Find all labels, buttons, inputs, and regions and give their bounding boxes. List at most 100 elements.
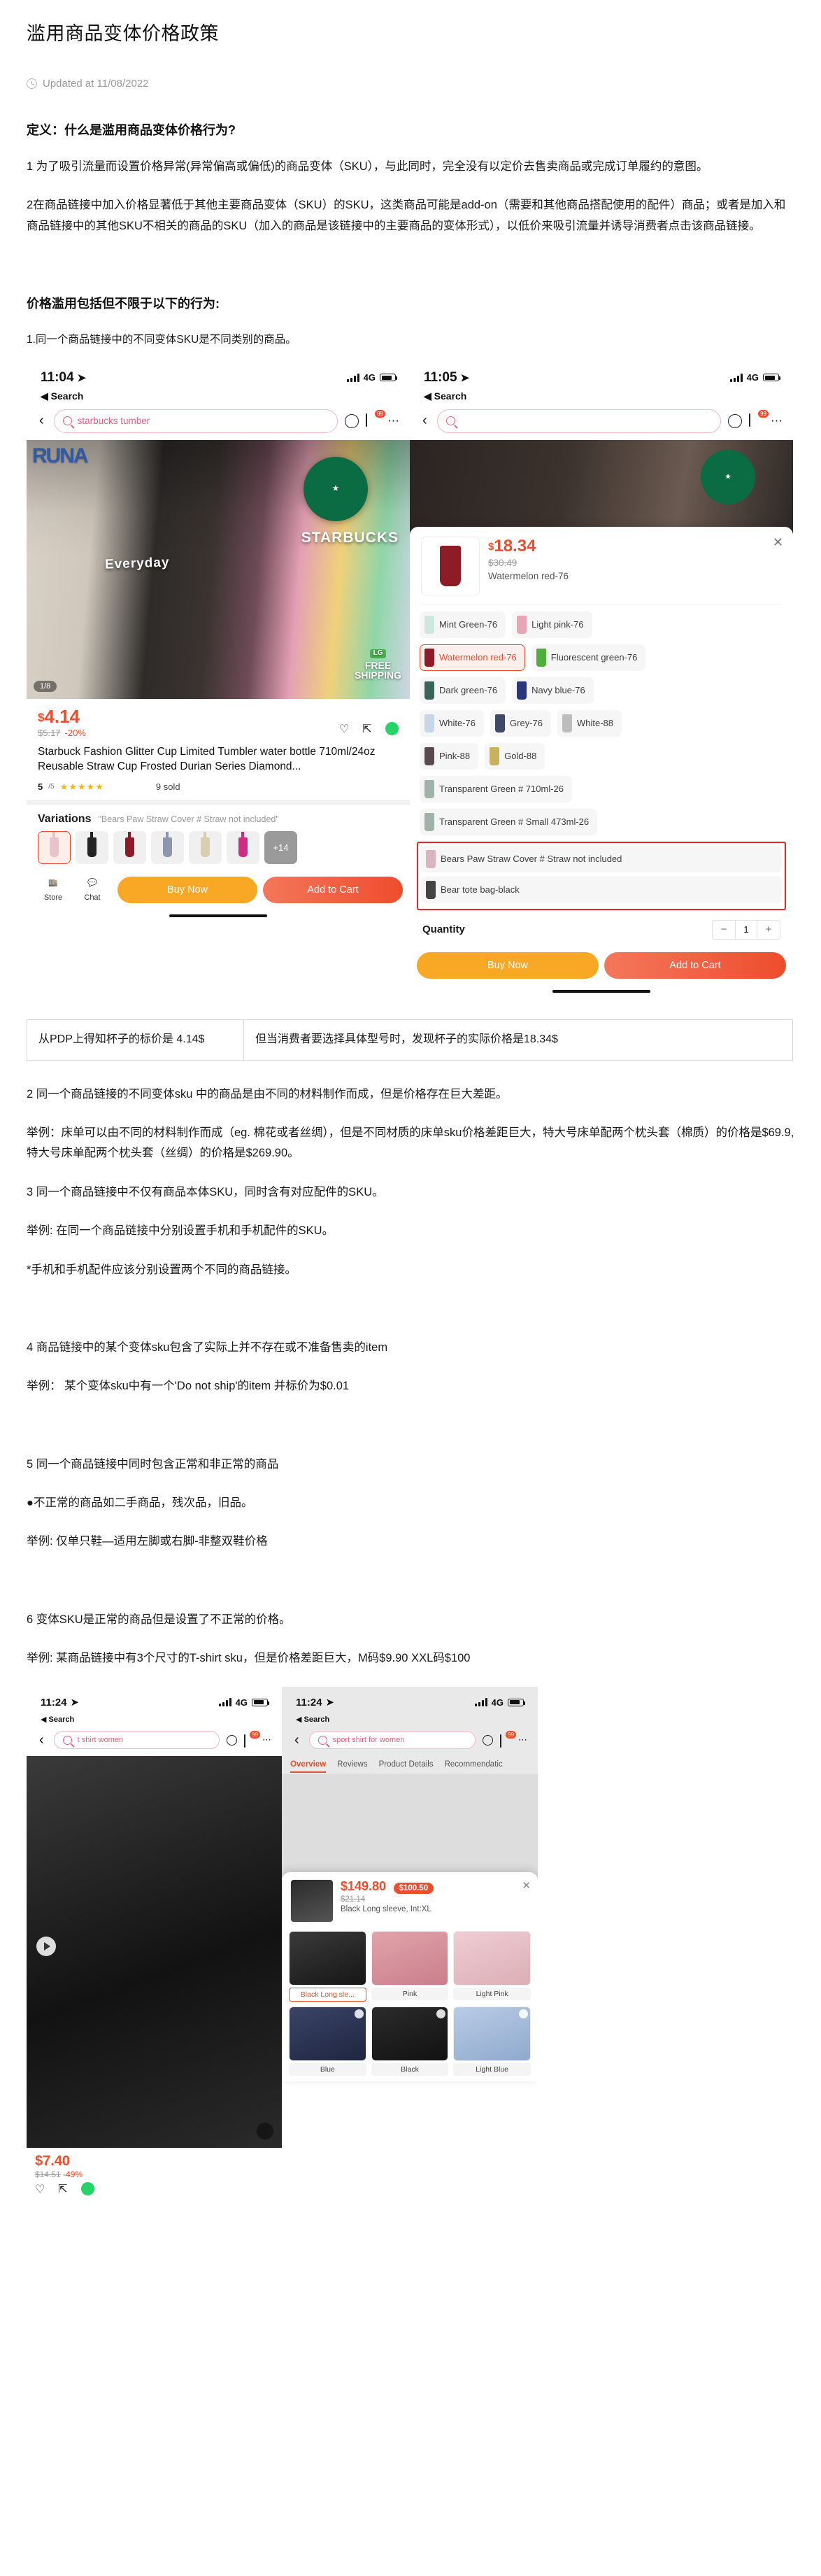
- action-icons: ♡ ⇱: [27, 2179, 282, 2198]
- close-icon[interactable]: ✕: [522, 1879, 531, 1892]
- variation-option-label: Navy blue-76: [531, 685, 585, 696]
- more-icon[interactable]: ⋯: [771, 414, 783, 428]
- back-to-search[interactable]: ◀ Search: [27, 1715, 282, 1727]
- cart-icon[interactable]: 99: [500, 1730, 516, 1748]
- cart-icon[interactable]: 99: [749, 410, 769, 427]
- cart-icon[interactable]: 99: [366, 410, 385, 427]
- variation-option[interactable]: Pink-88: [420, 742, 479, 770]
- variation-option[interactable]: Fluorescent green-76: [531, 644, 646, 671]
- cart-icon[interactable]: 99: [244, 1730, 260, 1748]
- swatch-cell[interactable]: Light Pink: [453, 1931, 531, 2002]
- quantity-minus-button[interactable]: −: [713, 921, 735, 939]
- more-icon[interactable]: ⋯: [518, 1734, 528, 1746]
- search-input[interactable]: starbucks tumber: [53, 409, 338, 433]
- variation-option[interactable]: Bear tote bag-black: [421, 876, 782, 903]
- share-icon[interactable]: [227, 1734, 237, 1746]
- search-input[interactable]: t shirt women: [53, 1731, 220, 1750]
- variation-thumb[interactable]: [38, 830, 71, 864]
- variation-option[interactable]: White-88: [557, 709, 622, 737]
- add-to-cart-button[interactable]: Add to Cart: [263, 876, 403, 903]
- swatch-image: [289, 1931, 366, 1986]
- swatch-cell[interactable]: Blue: [289, 2007, 366, 2076]
- swatch-cell[interactable]: Pink: [371, 1931, 449, 2002]
- swatch-label: Light Blue: [453, 2063, 531, 2076]
- back-label: Search: [48, 1715, 75, 1725]
- current-price: $18.34: [488, 537, 782, 556]
- share-icon[interactable]: ⇱: [362, 722, 376, 735]
- variation-option[interactable]: Navy blue-76: [512, 677, 594, 704]
- variation-bottom-sheet: ✕ $149.80 $100.50 $21.14 Black Long slee…: [282, 1872, 538, 2082]
- back-to-search[interactable]: ◀ Search: [282, 1715, 538, 1727]
- search-row: ‹ starbucks tumber 99 ⋯: [27, 405, 410, 440]
- variation-option[interactable]: Transparent Green # 710ml-26: [420, 775, 573, 802]
- back-chevron-icon[interactable]: ‹: [420, 413, 430, 429]
- store-button[interactable]: 🏬 Store: [34, 878, 73, 902]
- home-indicator: [27, 910, 410, 921]
- variation-option[interactable]: Gold-88: [485, 742, 545, 770]
- original-price: $21.14: [341, 1895, 366, 1904]
- buy-now-button[interactable]: Buy Now: [117, 876, 257, 903]
- variation-more-button[interactable]: +14: [264, 830, 297, 864]
- variation-thumb[interactable]: [227, 830, 259, 864]
- variation-option-selected[interactable]: Watermelon red-76: [420, 644, 525, 671]
- variation-option[interactable]: Dark green-76: [420, 677, 506, 704]
- discount-percent: -49%: [63, 2170, 83, 2180]
- variation-thumb[interactable]: [76, 830, 108, 864]
- back-chevron-icon[interactable]: ‹: [292, 1732, 302, 1748]
- variation-option-label: Light pink-76: [531, 619, 584, 630]
- tab-overview[interactable]: Overview: [290, 1760, 327, 1774]
- search-input[interactable]: sport shirt for women: [308, 1731, 476, 1750]
- search-input[interactable]: [436, 409, 721, 433]
- variation-thumb[interactable]: [189, 830, 222, 864]
- more-icon[interactable]: ⋯: [387, 414, 400, 428]
- more-icon[interactable]: ⋯: [262, 1734, 272, 1746]
- back-to-search[interactable]: ◀ Search: [410, 390, 793, 405]
- swatch-label: Black: [371, 2063, 449, 2076]
- chat-button[interactable]: 💬 Chat: [73, 878, 112, 902]
- tab-product-details[interactable]: Product Details: [379, 1760, 434, 1769]
- hero-word-text: Everyday: [104, 555, 170, 572]
- abuse-item-6-example: 举例: 某商品链接中有3个尺寸的T-shirt sku，但是价格差距巨大，M码$…: [27, 1652, 471, 1665]
- search-value: starbucks tumber: [77, 416, 150, 427]
- share-icon[interactable]: [728, 413, 742, 428]
- whatsapp-icon[interactable]: [81, 2182, 94, 2196]
- back-to-search[interactable]: ◀ Search: [27, 390, 410, 405]
- heart-icon[interactable]: ♡: [35, 2182, 48, 2195]
- share-icon[interactable]: [345, 413, 359, 428]
- swatch-cell[interactable]: Light Blue: [453, 2007, 531, 2076]
- mute-icon[interactable]: [257, 2123, 273, 2140]
- back-chevron-icon[interactable]: ‹: [36, 1732, 47, 1748]
- quantity-plus-button[interactable]: +: [757, 921, 780, 939]
- variation-option[interactable]: Transparent Green # Small 473ml-26: [420, 808, 598, 835]
- add-to-cart-button[interactable]: Add to Cart: [604, 951, 786, 979]
- variation-option[interactable]: Light pink-76: [512, 611, 592, 638]
- product-hero-image[interactable]: RUNA ★ STARBUCKS Everyday LG FREE SHIPPI…: [27, 439, 410, 699]
- variation-option[interactable]: Bears Paw Straw Cover # Straw not includ…: [421, 845, 782, 872]
- cart-badge: 99: [506, 1730, 516, 1739]
- whatsapp-icon[interactable]: [385, 721, 399, 735]
- swatch-cell[interactable]: Black Long sle...: [289, 1931, 366, 2002]
- variation-option[interactable]: Grey-76: [490, 709, 551, 737]
- heart-icon[interactable]: ♡: [339, 722, 352, 735]
- quantity-stepper[interactable]: − 1 +: [712, 919, 780, 940]
- search-icon: [62, 416, 72, 426]
- tab-reviews[interactable]: Reviews: [337, 1760, 367, 1769]
- variation-thumb[interactable]: [151, 830, 184, 864]
- close-icon[interactable]: ✕: [773, 535, 783, 550]
- bottom-action-bar: Buy Now Add to Cart: [410, 947, 793, 986]
- variation-option[interactable]: White-76: [420, 709, 485, 737]
- price-pill-badge: $100.50: [393, 1883, 434, 1895]
- play-icon[interactable]: [36, 1937, 56, 1957]
- variation-bottom-sheet: ✕ $18.34 $30.49 Watermelon red-76 Mint G…: [410, 526, 793, 1001]
- back-chevron-icon[interactable]: ‹: [36, 413, 47, 429]
- swatch-cell[interactable]: Black: [371, 2007, 449, 2076]
- tab-recommendations[interactable]: Recommendatic: [445, 1760, 503, 1769]
- status-time-group: 11:24 ➤: [41, 1696, 79, 1709]
- share-icon[interactable]: ⇱: [58, 2182, 71, 2195]
- variation-option[interactable]: Mint Green-76: [420, 611, 506, 638]
- variation-thumb[interactable]: [113, 830, 146, 864]
- abuse-item-4-example: 举例： 某个变体sku中有一个'Do not ship'的item 并标价为$0…: [27, 1380, 350, 1393]
- product-media[interactable]: [27, 1756, 282, 2149]
- share-icon[interactable]: [483, 1734, 493, 1746]
- buy-now-button[interactable]: Buy Now: [417, 951, 599, 979]
